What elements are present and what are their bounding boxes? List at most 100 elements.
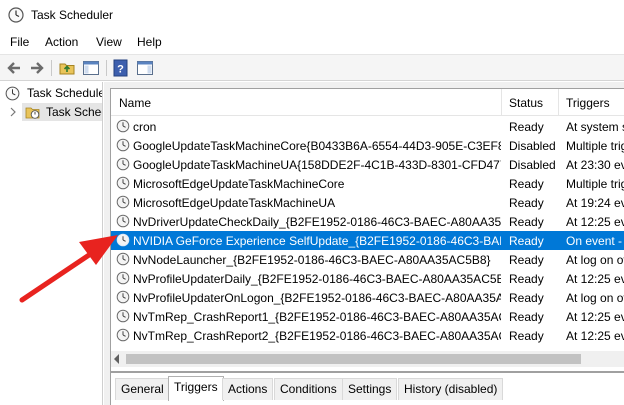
task-scheduler-app-icon xyxy=(8,7,24,23)
task-status-cell: Ready xyxy=(509,329,544,343)
clock-icon xyxy=(116,214,130,228)
task-list: Name Status Triggers cron Ready At system … xyxy=(110,88,624,372)
task-trigger-cell: At 19:24 eve xyxy=(566,196,624,210)
chevron-right-icon[interactable] xyxy=(9,107,17,117)
task-name-cell: cron xyxy=(133,120,157,134)
table-row[interactable]: NvTmRep_CrashReport1_{B2FE1952-0186-46C3… xyxy=(111,307,624,326)
clock-icon xyxy=(116,271,130,285)
task-status-cell: Ready xyxy=(509,196,544,210)
task-status-cell: Ready xyxy=(509,177,544,191)
task-details-tabs: General Triggers Actions Conditions Sett… xyxy=(110,372,624,405)
clock-icon xyxy=(116,309,130,323)
clock-icon xyxy=(116,252,130,266)
task-status-cell: Ready xyxy=(509,215,544,229)
task-status-cell: Disabled xyxy=(509,139,556,153)
tab-general[interactable]: General xyxy=(115,378,170,400)
table-row[interactable]: GoogleUpdateTaskMachineUA{158DDE2F-4C1B-… xyxy=(111,155,624,174)
task-status-cell: Ready xyxy=(509,291,544,305)
task-name-cell: MicrosoftEdgeUpdateTaskMachineUA xyxy=(133,196,336,210)
svg-text:?: ? xyxy=(117,64,124,76)
help-icon[interactable]: ? xyxy=(111,58,131,78)
task-trigger-cell: At 23:30 eve xyxy=(566,158,624,172)
column-divider[interactable] xyxy=(501,89,502,116)
scrollbar-thumb[interactable] xyxy=(126,354,581,364)
tab-triggers[interactable]: Triggers xyxy=(168,376,224,401)
table-row[interactable]: GoogleUpdateTaskMachineCore{B0433B6A-655… xyxy=(111,136,624,155)
task-trigger-cell: At 12:25 eve xyxy=(566,272,624,286)
clock-icon xyxy=(116,157,130,171)
clock-icon xyxy=(116,119,130,133)
tab-conditions[interactable]: Conditions xyxy=(274,378,343,400)
table-row[interactable]: NvNodeLauncher_{B2FE1952-0186-46C3-BAEC-… xyxy=(111,250,624,269)
menu-help[interactable]: Help xyxy=(137,35,162,49)
task-trigger-cell: On event - L xyxy=(566,234,624,248)
task-trigger-cell: Multiple trig xyxy=(566,139,624,153)
menu-bar: File Action View Help xyxy=(0,30,624,54)
toolbar-separator xyxy=(106,60,107,76)
toolbar: ? xyxy=(0,54,624,81)
task-trigger-cell: At system st xyxy=(566,120,624,134)
clock-icon xyxy=(116,176,130,190)
tab-actions[interactable]: Actions xyxy=(222,378,274,400)
task-name-cell: NvProfileUpdaterOnLogon_{B2FE1952-0186-4… xyxy=(133,291,501,305)
table-row[interactable]: NvDriverUpdateCheckDaily_{B2FE1952-0186-… xyxy=(111,212,624,231)
column-header-status[interactable]: Status xyxy=(509,96,543,110)
table-row[interactable]: NvTmRep_CrashReport2_{B2FE1952-0186-46C3… xyxy=(111,326,624,345)
show-hide-action-pane-icon[interactable] xyxy=(135,58,155,78)
task-name-cell: GoogleUpdateTaskMachineUA{158DDE2F-4C1B-… xyxy=(133,158,501,172)
clock-icon xyxy=(116,328,130,342)
tree-item-task-scheduler-library[interactable]: Task Scheduler Library xyxy=(46,105,102,119)
task-name-cell: NvProfileUpdaterDaily_{B2FE1952-0186-46C… xyxy=(133,272,501,286)
tree-root-task-scheduler[interactable]: Task Scheduler xyxy=(27,86,102,100)
task-list-header: Name Status Triggers xyxy=(111,89,624,116)
menu-file[interactable]: File xyxy=(10,35,29,49)
folder-up-icon[interactable] xyxy=(57,58,77,78)
column-divider[interactable] xyxy=(558,89,559,116)
column-header-triggers[interactable]: Triggers xyxy=(566,96,610,110)
title-bar: Task Scheduler xyxy=(0,0,624,30)
horizontal-scrollbar[interactable] xyxy=(111,351,624,367)
task-name-cell: NvDriverUpdateCheckDaily_{B2FE1952-0186-… xyxy=(133,215,501,229)
console-tree: Task Scheduler Task Scheduler Library xyxy=(0,82,103,405)
task-trigger-cell: At 12:25 eve xyxy=(566,215,624,229)
column-header-name[interactable]: Name xyxy=(119,96,151,110)
task-status-cell: Ready xyxy=(509,234,544,248)
task-status-cell: Disabled xyxy=(509,158,556,172)
scroll-left-arrow-icon[interactable] xyxy=(114,354,119,364)
clock-icon xyxy=(116,195,130,209)
task-trigger-cell: At log on of xyxy=(566,253,624,267)
task-name-cell: MicrosoftEdgeUpdateTaskMachineCore xyxy=(133,177,345,191)
task-trigger-cell: Multiple trig xyxy=(566,177,624,191)
tab-history[interactable]: History (disabled) xyxy=(398,378,504,400)
forward-arrow-icon[interactable] xyxy=(27,58,47,78)
task-name-cell: NvTmRep_CrashReport2_{B2FE1952-0186-46C3… xyxy=(133,329,501,343)
table-row[interactable]: NVIDIA GeForce Experience SelfUpdate_{B2… xyxy=(111,231,624,250)
menu-view[interactable]: View xyxy=(96,35,122,49)
table-row[interactable]: MicrosoftEdgeUpdateTaskMachineUA Ready At … xyxy=(111,193,624,212)
task-status-cell: Ready xyxy=(509,120,544,134)
task-name-cell: NvTmRep_CrashReport1_{B2FE1952-0186-46C3… xyxy=(133,310,501,324)
clock-icon xyxy=(5,86,20,101)
menu-action[interactable]: Action xyxy=(45,35,78,49)
task-trigger-cell: At 12:25 eve xyxy=(566,329,624,343)
back-arrow-icon[interactable] xyxy=(4,58,24,78)
task-trigger-cell: At log on of xyxy=(566,291,624,305)
window-title: Task Scheduler xyxy=(31,8,114,22)
main-pane: Name Status Triggers cron Ready At system … xyxy=(104,82,624,405)
table-row[interactable]: NvProfileUpdaterDaily_{B2FE1952-0186-46C… xyxy=(111,269,624,288)
clock-icon xyxy=(116,233,130,247)
toolbar-separator xyxy=(51,60,52,76)
table-row[interactable]: cron Ready At system st xyxy=(111,117,624,136)
show-hide-console-tree-icon[interactable] xyxy=(81,58,101,78)
task-trigger-cell: At 12:25 eve xyxy=(566,310,624,324)
task-name-cell: NvNodeLauncher_{B2FE1952-0186-46C3-BAEC-… xyxy=(133,253,491,267)
task-name-cell: GoogleUpdateTaskMachineCore{B0433B6A-655… xyxy=(133,139,501,153)
folder-clock-icon xyxy=(25,107,40,119)
clock-icon xyxy=(116,290,130,304)
tab-settings[interactable]: Settings xyxy=(342,378,398,400)
clock-icon xyxy=(116,138,130,152)
table-row[interactable]: NvProfileUpdaterOnLogon_{B2FE1952-0186-4… xyxy=(111,288,624,307)
task-status-cell: Ready xyxy=(509,310,544,324)
table-row[interactable]: MicrosoftEdgeUpdateTaskMachineCore Ready M… xyxy=(111,174,624,193)
task-status-cell: Ready xyxy=(509,272,544,286)
